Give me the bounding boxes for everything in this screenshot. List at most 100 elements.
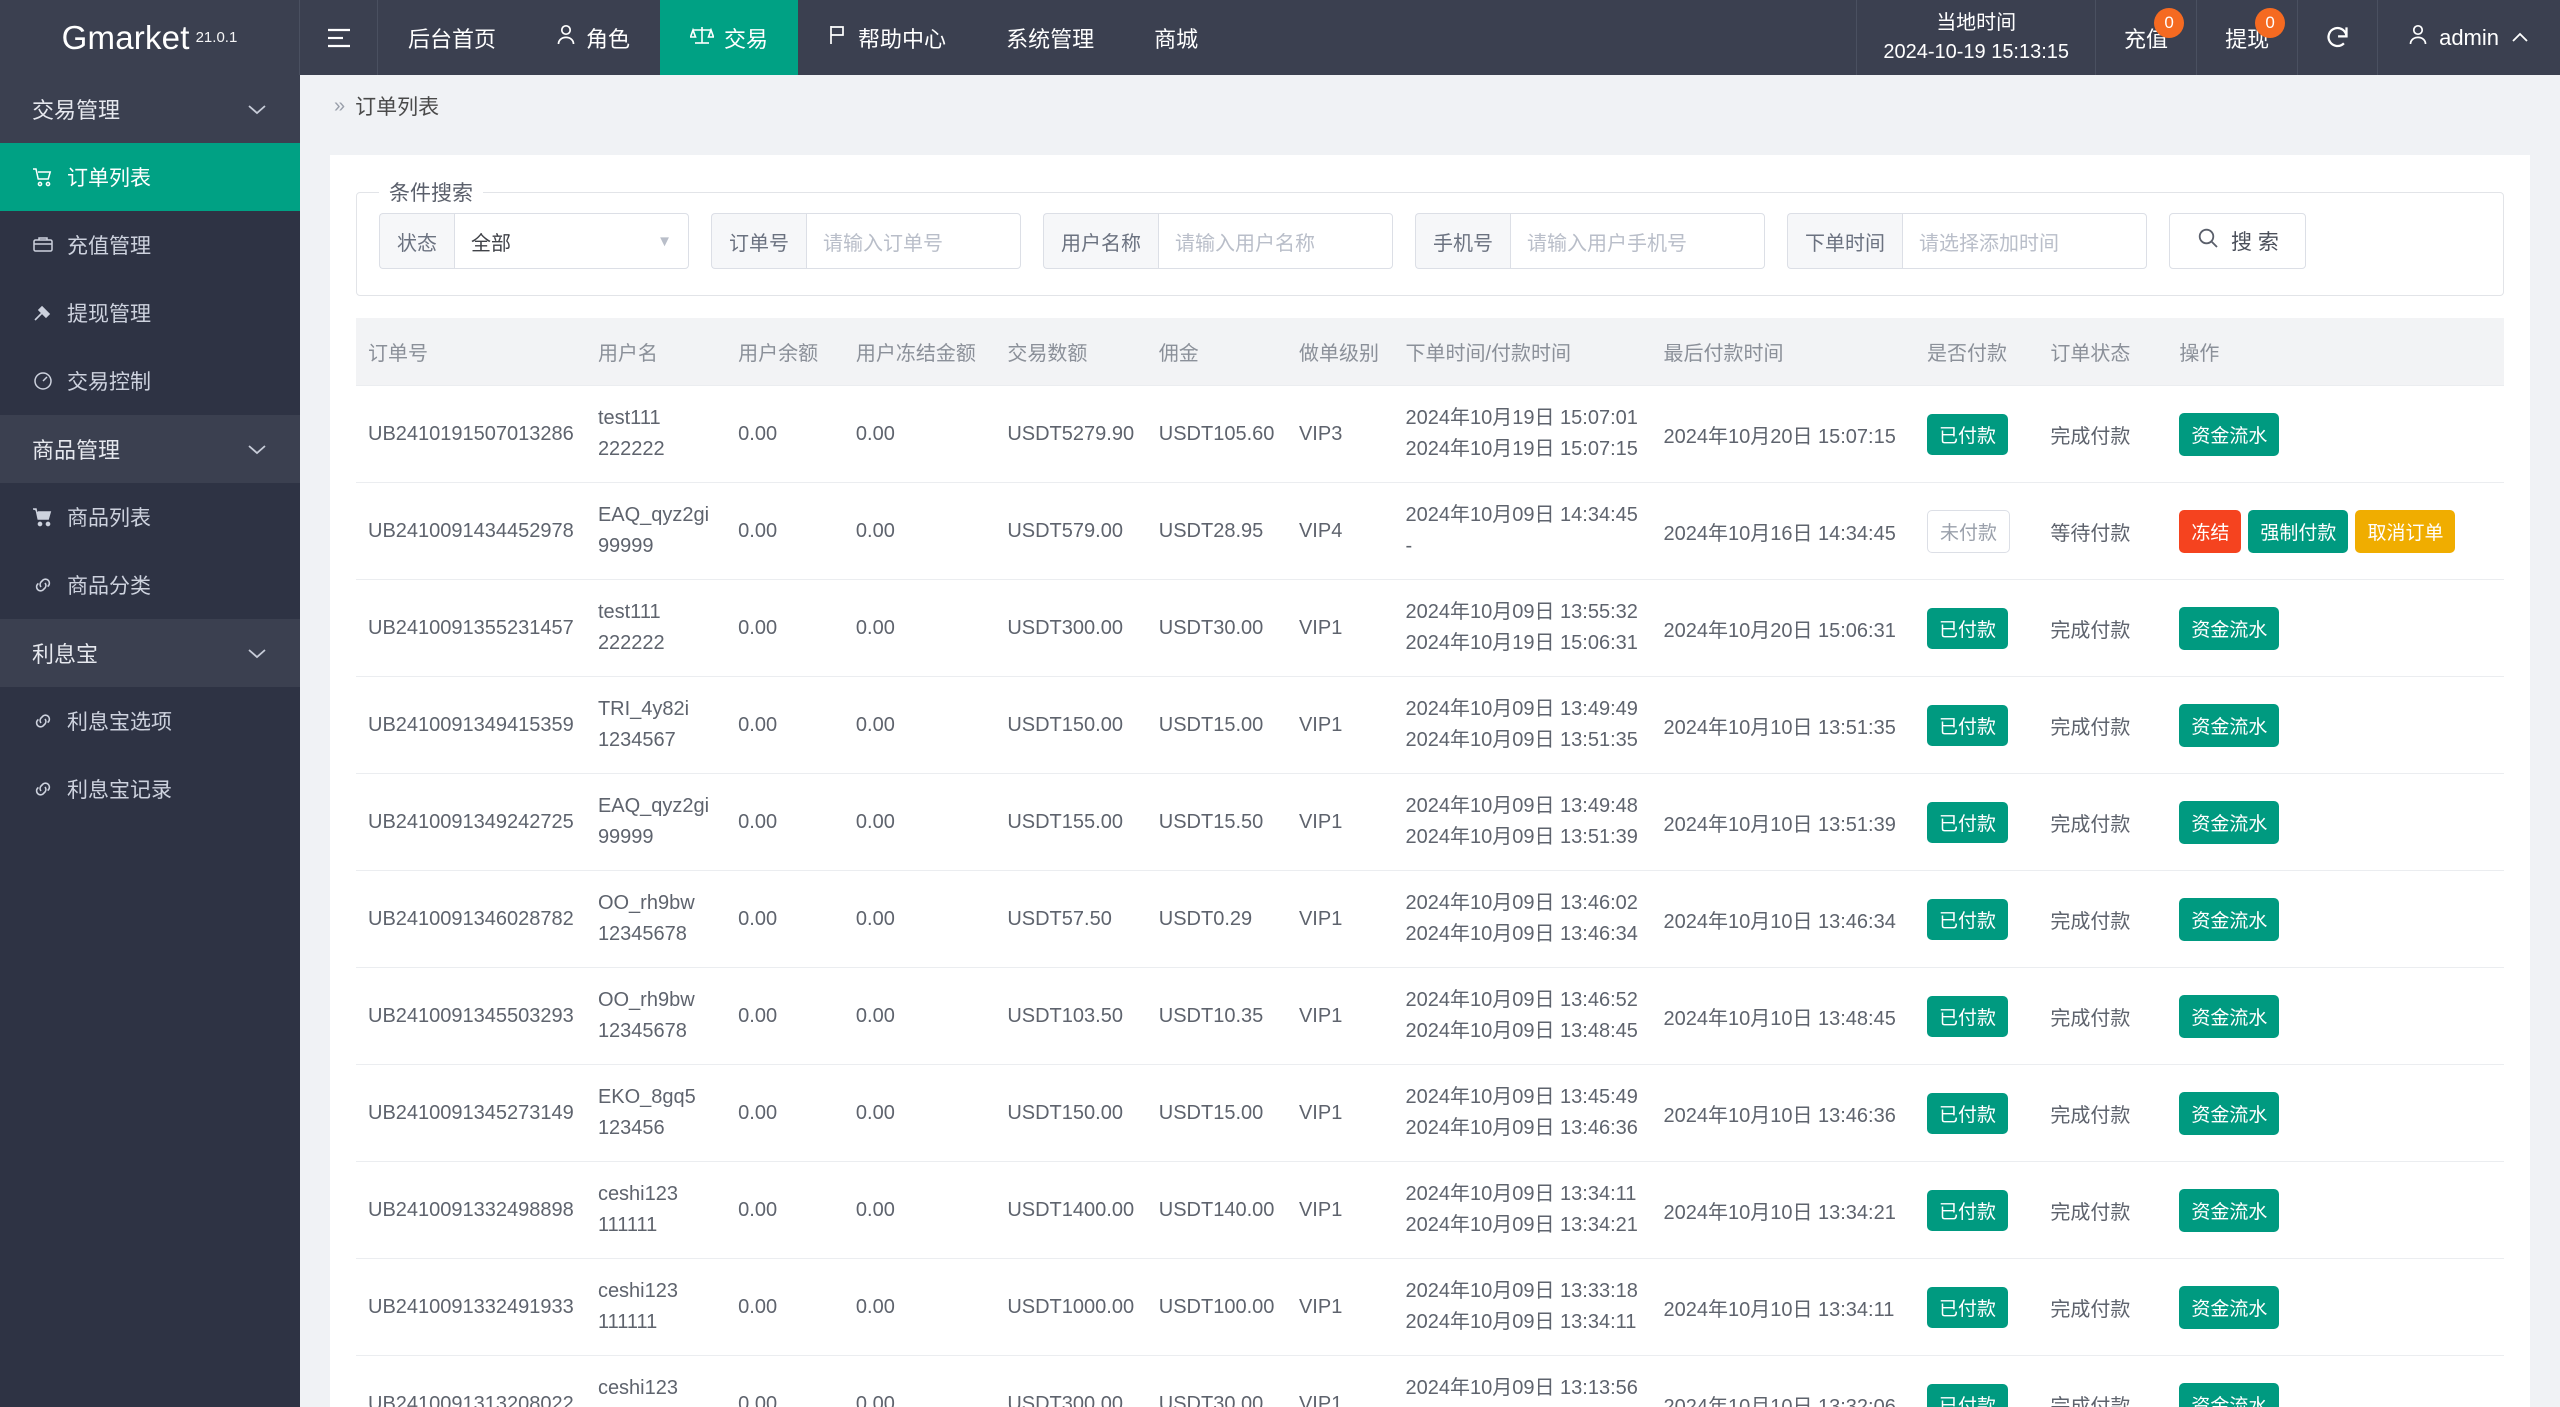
cell-operations: 资金流水 — [2167, 1356, 2504, 1407]
status-badge[interactable]: 已付款 — [1927, 608, 2008, 649]
nav-item-trade[interactable]: 交易 — [660, 0, 798, 75]
cell-commission: USDT30.00 — [1147, 580, 1287, 677]
sidebar-group-product[interactable]: 商品管理 — [0, 415, 300, 483]
status-badge[interactable]: 未付款 — [1927, 510, 2010, 553]
cell-is-paid: 已付款 — [1915, 1065, 2038, 1162]
sidebar-item-product-category[interactable]: 商品分类 — [0, 551, 300, 619]
cell-vip-level: VIP1 — [1287, 1065, 1394, 1162]
cell-operations: 资金流水 — [2167, 1162, 2504, 1259]
status-badge[interactable]: 已付款 — [1927, 996, 2008, 1037]
flow-button[interactable]: 资金流水 — [2179, 413, 2279, 456]
user-name-line1: EAQ_qyz2gi — [598, 791, 714, 822]
chevron-up-icon — [2510, 25, 2530, 51]
sidebar-item-order-list[interactable]: 订单列表 — [0, 143, 300, 211]
cell-frozen: 0.00 — [844, 1065, 995, 1162]
cell-last-pay-time: 2024年10月10日 13:46:34 — [1651, 871, 1915, 968]
status-badge[interactable]: 已付款 — [1927, 1384, 2008, 1407]
col-last-pay: 最后付款时间 — [1651, 318, 1915, 386]
status-badge[interactable]: 已付款 — [1927, 705, 2008, 746]
freeze-button[interactable]: 冻结 — [2179, 510, 2241, 553]
order-time: 2024年10月09日 13:45:49 — [1406, 1082, 1640, 1113]
cell-user-name: EAQ_qyz2gi99999 — [586, 483, 726, 580]
cell-commission: USDT30.00 — [1147, 1356, 1287, 1407]
search-legend: 条件搜索 — [379, 177, 483, 207]
cell-vip-level: VIP1 — [1287, 1259, 1394, 1356]
user-name-line2: 111111 — [598, 1307, 714, 1338]
force-button[interactable]: 强制付款 — [2248, 510, 2348, 553]
flow-button[interactable]: 资金流水 — [2179, 898, 2279, 941]
nav-label: 帮助中心 — [858, 22, 946, 54]
user-name-line1: test111 — [598, 403, 714, 434]
status-badge[interactable]: 已付款 — [1927, 1093, 2008, 1134]
sidebar-item-recharge[interactable]: 充值管理 — [0, 211, 300, 279]
sidebar-item-interest-records[interactable]: 利息宝记录 — [0, 755, 300, 823]
status-select[interactable]: 全部 ▼ — [454, 213, 689, 269]
order-no-input[interactable]: 请输入订单号 — [806, 213, 1021, 269]
flow-button[interactable]: 资金流水 — [2179, 801, 2279, 844]
flow-button[interactable]: 资金流水 — [2179, 1189, 2279, 1232]
flow-button[interactable]: 资金流水 — [2179, 1092, 2279, 1135]
cell-last-pay-time: 2024年10月20日 15:06:31 — [1651, 580, 1915, 677]
brand-logo[interactable]: Gmarket 21.0.1 — [0, 0, 300, 75]
user-name-label: 用户名称 — [1043, 213, 1158, 269]
flow-button[interactable]: 资金流水 — [2179, 995, 2279, 1038]
cell-balance: 0.00 — [726, 1356, 844, 1407]
cell-order-time: 2024年10月09日 13:46:522024年10月09日 13:48:45 — [1394, 968, 1652, 1065]
cell-last-pay-time: 2024年10月10日 13:32:06 — [1651, 1356, 1915, 1407]
cell-order-time: 2024年10月09日 13:46:022024年10月09日 13:46:34 — [1394, 871, 1652, 968]
nav-label: 后台首页 — [408, 22, 496, 54]
cancel-button[interactable]: 取消订单 — [2355, 510, 2455, 553]
recharge-button[interactable]: 充值 0 — [2096, 0, 2197, 75]
sidebar-group-trade[interactable]: 交易管理 — [0, 75, 300, 143]
status-badge[interactable]: 已付款 — [1927, 414, 2008, 455]
cell-amount: USDT150.00 — [995, 1065, 1146, 1162]
brand-name: Gmarket — [62, 19, 190, 57]
flow-button[interactable]: 资金流水 — [2179, 1286, 2279, 1329]
cell-balance: 0.00 — [726, 1259, 844, 1356]
cell-vip-level: VIP4 — [1287, 483, 1394, 580]
sidebar-item-trade-control[interactable]: 交易控制 — [0, 347, 300, 415]
sidebar-item-product-list[interactable]: 商品列表 — [0, 483, 300, 551]
user-menu[interactable]: admin — [2378, 0, 2560, 75]
cell-order-time: 2024年10月09日 13:34:112024年10月09日 13:34:21 — [1394, 1162, 1652, 1259]
status-badge[interactable]: 已付款 — [1927, 899, 2008, 940]
status-label: 状态 — [379, 213, 454, 269]
nav-item-role[interactable]: 角色 — [526, 0, 660, 75]
sidebar-item-withdraw[interactable]: 提现管理 — [0, 279, 300, 347]
cell-vip-level: VIP1 — [1287, 580, 1394, 677]
cell-order-time: 2024年10月09日 13:45:492024年10月09日 13:46:36 — [1394, 1065, 1652, 1162]
cell-last-pay-time: 2024年10月20日 15:07:15 — [1651, 386, 1915, 483]
cell-operations: 资金流水 — [2167, 386, 2504, 483]
nav-item-dashboard[interactable]: 后台首页 — [378, 0, 526, 75]
menu-icon[interactable] — [300, 0, 378, 75]
search-button[interactable]: 搜 索 — [2169, 213, 2306, 269]
sidebar-item-interest-options[interactable]: 利息宝选项 — [0, 687, 300, 755]
order-time-input[interactable]: 请选择添加时间 — [1902, 213, 2147, 269]
status-badge[interactable]: 已付款 — [1927, 1287, 2008, 1328]
status-badge[interactable]: 已付款 — [1927, 802, 2008, 843]
table-row: UB2410091346028782OO_rh9bw123456780.000.… — [356, 871, 2504, 968]
order-time: 2024年10月09日 13:49:48 — [1406, 791, 1640, 822]
user-name-line2: 123456 — [598, 1113, 714, 1144]
user-name-line1: ceshi123 — [598, 1179, 714, 1210]
sidebar-item-label: 订单列表 — [67, 162, 151, 192]
nav-item-system[interactable]: 系统管理 — [976, 0, 1124, 75]
link-icon — [32, 574, 54, 596]
cell-vip-level: VIP1 — [1287, 968, 1394, 1065]
user-name-input[interactable]: 请输入用户名称 — [1158, 213, 1393, 269]
flow-button[interactable]: 资金流水 — [2179, 704, 2279, 747]
nav-item-help[interactable]: 帮助中心 — [798, 0, 976, 75]
nav-item-mall[interactable]: 商城 — [1124, 0, 1228, 75]
status-badge[interactable]: 已付款 — [1927, 1190, 2008, 1231]
flow-button[interactable]: 资金流水 — [2179, 607, 2279, 650]
app-shell: 交易管理 订单列表 充值管理 — [0, 75, 2560, 1407]
flow-button[interactable]: 资金流水 — [2179, 1383, 2279, 1407]
cell-is-paid: 已付款 — [1915, 386, 2038, 483]
sidebar-group-interest[interactable]: 利息宝 — [0, 619, 300, 687]
withdraw-button[interactable]: 提现 0 — [2197, 0, 2298, 75]
refresh-icon[interactable] — [2298, 0, 2378, 75]
cell-operations: 资金流水 — [2167, 1259, 2504, 1356]
phone-input[interactable]: 请输入用户手机号 — [1510, 213, 1765, 269]
user-name-line1: ceshi123 — [598, 1276, 714, 1307]
local-time: 当地时间 2024-10-19 15:13:15 — [1856, 0, 2096, 75]
